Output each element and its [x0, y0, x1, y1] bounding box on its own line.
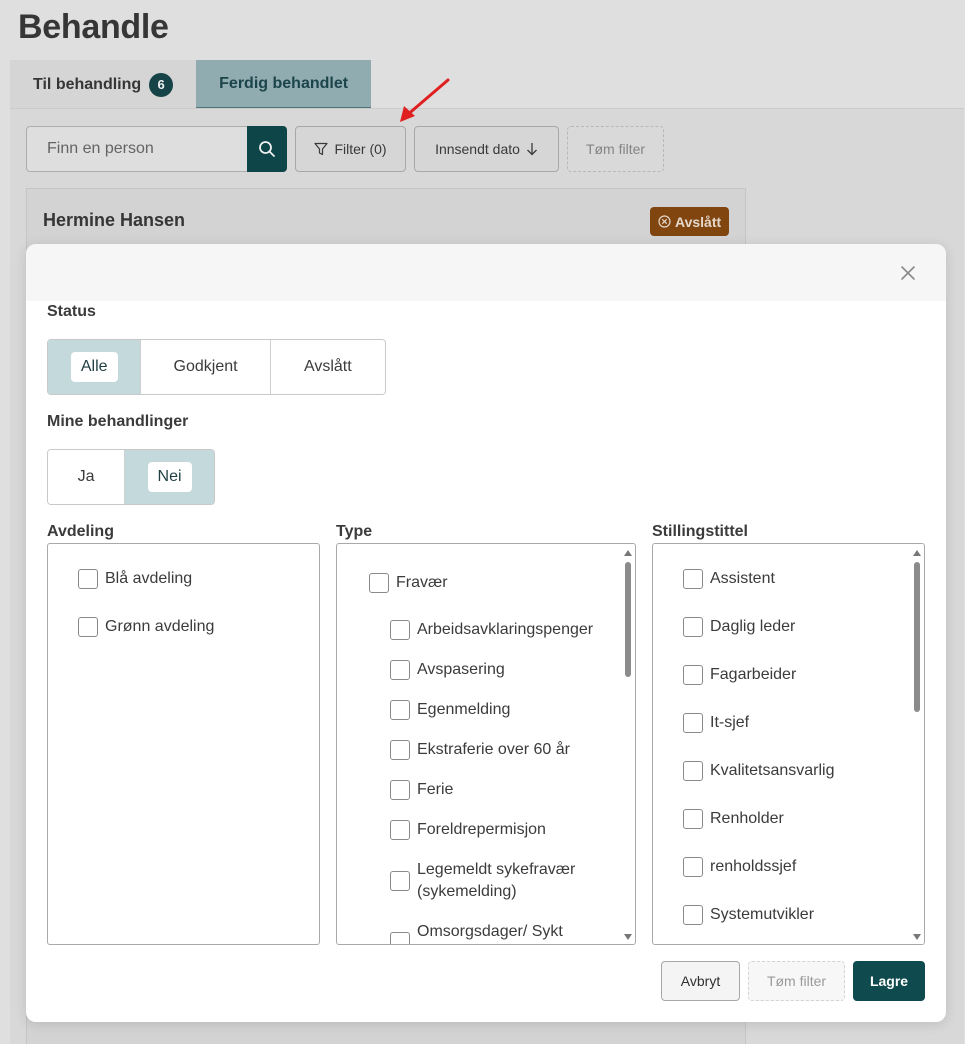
checkbox-row-bla-avdeling[interactable]: Blå avdeling — [78, 568, 192, 590]
checkbox-label: Kvalitetsansvarlig — [710, 762, 835, 779]
checkbox[interactable] — [78, 569, 98, 589]
checkbox-row-type[interactable]: Foreldrepermisjon — [390, 819, 546, 841]
checkbox-row-stilling[interactable]: Fagarbeider — [683, 664, 796, 686]
checkbox-label: Daglig leder — [710, 618, 796, 635]
checkbox-row-stilling[interactable]: Renholder — [683, 808, 784, 830]
checkbox[interactable] — [683, 761, 703, 781]
mine-option-label: Nei — [147, 462, 192, 492]
checkbox[interactable] — [390, 660, 410, 680]
modal-header — [26, 244, 946, 301]
mine-option-label: Ja — [77, 468, 95, 485]
scroll-up-icon[interactable] — [913, 550, 921, 556]
checkbox-row-type[interactable]: Avspasering — [390, 659, 505, 681]
scroll-thumb[interactable] — [914, 562, 920, 712]
checkbox-label-line: (sykemelding) — [417, 883, 517, 900]
scroll-thumb[interactable] — [625, 562, 631, 677]
stillingstittel-list[interactable]: Assistent Daglig leder Fagarbeider It-sj… — [652, 543, 925, 945]
checkbox[interactable] — [683, 617, 703, 637]
checkbox-row-type[interactable]: Egenmelding — [390, 699, 510, 721]
status-option-label: Avslått — [303, 358, 352, 375]
close-icon — [901, 266, 915, 280]
close-button[interactable] — [898, 263, 918, 283]
checkbox-label: Grønn avdeling — [105, 618, 215, 635]
scroll-down-icon[interactable] — [913, 934, 921, 940]
checkbox-label: Fagarbeider — [710, 666, 797, 683]
checkbox-label: Ekstraferie over 60 år — [417, 741, 570, 758]
checkbox-row-type[interactable]: Arbeidsavklaringspenger — [390, 619, 593, 641]
cancel-button[interactable]: Avbryt — [661, 961, 740, 1001]
checkbox-label: Fravær — [396, 574, 448, 591]
stillingstittel-label: Stillingstittel — [652, 523, 748, 540]
mine-toggle-group: Ja Nei — [47, 449, 215, 505]
checkbox[interactable] — [683, 905, 703, 925]
checkbox-label: Egenmelding — [417, 701, 511, 718]
modal-clear-filter-button[interactable]: Tøm filter — [748, 961, 845, 1001]
checkbox-row-type[interactable]: Ekstraferie over 60 år — [390, 739, 570, 761]
status-option-avslatt[interactable]: Avslått — [270, 340, 385, 394]
checkbox[interactable] — [390, 780, 410, 800]
mine-option-nei[interactable]: Nei — [125, 450, 214, 504]
checkbox[interactable] — [390, 700, 410, 720]
checkbox-label: Assistent — [710, 570, 775, 587]
checkbox-row-stilling[interactable]: Systemutvikler — [683, 904, 814, 926]
checkbox-row-stilling[interactable]: Daglig leder — [683, 616, 795, 638]
checkbox[interactable] — [683, 857, 703, 877]
checkbox[interactable] — [390, 871, 410, 891]
status-option-godkjent[interactable]: Godkjent — [141, 340, 271, 394]
scroll-up-icon[interactable] — [624, 550, 632, 556]
checkbox-label: It-sjef — [710, 714, 750, 731]
checkbox-label: Ferie — [417, 781, 454, 798]
type-label: Type — [336, 523, 373, 540]
scroll-down-icon[interactable] — [624, 934, 632, 940]
type-scrollbar[interactable] — [622, 544, 634, 944]
avdeling-list[interactable]: Blå avdeling Grønn avdeling — [47, 543, 320, 945]
checkbox-label-line: Legemeldt sykefravær — [417, 861, 576, 878]
annotation-arrow-icon — [400, 78, 450, 122]
filter-modal: Status Alle Godkjent Avslått Mine behand… — [26, 244, 946, 1022]
stilling-scrollbar[interactable] — [911, 544, 923, 944]
checkbox[interactable] — [78, 617, 98, 637]
avdeling-label: Avdeling — [47, 523, 114, 540]
checkbox-label: Systemutvikler — [710, 906, 815, 923]
checkbox-label: Avspasering — [417, 661, 505, 678]
checkbox-label: Omsorgsdager/ Sykt — [417, 923, 563, 940]
mine-behandlinger-label: Mine behandlinger — [47, 413, 189, 430]
status-label: Status — [47, 303, 96, 320]
checkbox-row-stilling[interactable]: renholdssjef — [683, 856, 796, 878]
status-option-label: Alle — [70, 352, 118, 382]
checkbox[interactable] — [369, 573, 389, 593]
checkbox[interactable] — [683, 665, 703, 685]
status-option-alle[interactable]: Alle — [48, 340, 142, 394]
checkbox[interactable] — [390, 820, 410, 840]
checkbox-row-type[interactable]: Ferie — [390, 779, 453, 801]
checkbox[interactable] — [683, 569, 703, 589]
checkbox-row-type[interactable]: Legemeldt sykefravær (sykemelding) — [390, 859, 575, 903]
checkbox-label: renholdssjef — [710, 858, 797, 875]
checkbox-row-stilling[interactable]: Assistent — [683, 568, 775, 590]
checkbox-row-fravaer[interactable]: Fravær — [369, 572, 448, 594]
checkbox-row-type[interactable]: Omsorgsdager/ Sykt — [390, 921, 563, 944]
checkbox-row-stilling[interactable]: It-sjef — [683, 712, 749, 734]
checkbox[interactable] — [390, 620, 410, 640]
status-toggle-group: Alle Godkjent Avslått — [47, 339, 386, 395]
checkbox-row-stilling[interactable]: Kvalitetsansvarlig — [683, 760, 835, 782]
checkbox[interactable] — [683, 713, 703, 733]
status-option-label: Godkjent — [173, 358, 238, 375]
checkbox-label: Arbeidsavklaringspenger — [417, 621, 594, 638]
checkbox-label-multiline: Legemeldt sykefravær (sykemelding) — [417, 859, 575, 903]
type-list[interactable]: Fravær Arbeidsavklaringspenger Avspaseri… — [336, 543, 636, 945]
checkbox-label: Renholder — [710, 810, 784, 827]
checkbox-label: Blå avdeling — [105, 570, 193, 587]
checkbox[interactable] — [390, 932, 410, 944]
checkbox-label: Foreldrepermisjon — [417, 821, 546, 838]
save-button[interactable]: Lagre — [853, 961, 925, 1001]
checkbox-row-gronn-avdeling[interactable]: Grønn avdeling — [78, 616, 214, 638]
checkbox[interactable] — [683, 809, 703, 829]
mine-option-ja[interactable]: Ja — [48, 450, 126, 504]
checkbox[interactable] — [390, 740, 410, 760]
